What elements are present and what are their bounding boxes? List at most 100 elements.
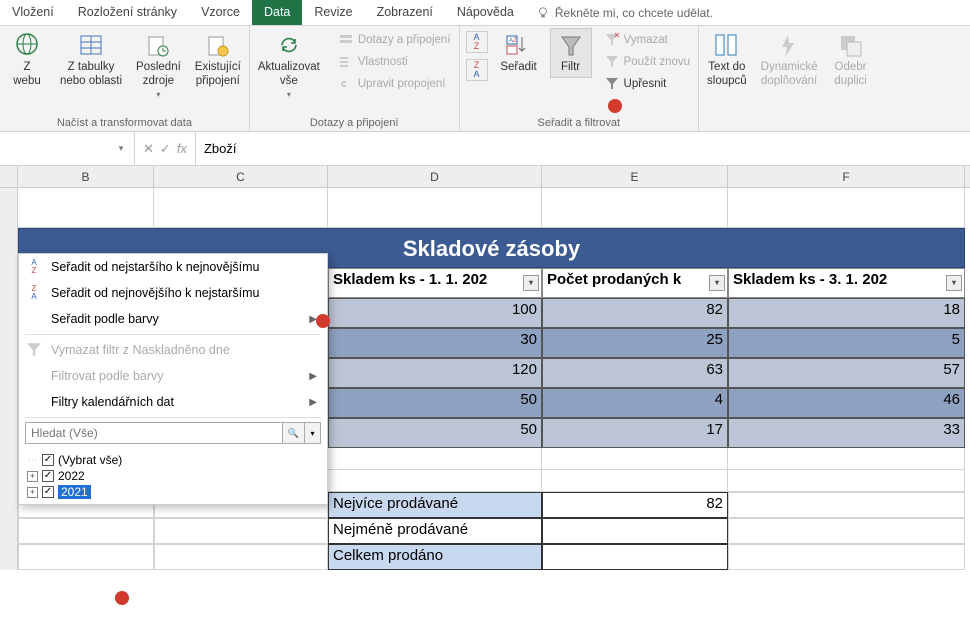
search-button[interactable]: 🔍 — [283, 422, 305, 444]
cell[interactable] — [154, 518, 328, 544]
cell[interactable]: Celkem prodáno — [328, 544, 542, 570]
cell[interactable] — [154, 188, 328, 228]
cancel-icon[interactable]: ✕ — [143, 141, 154, 157]
existing-conn-button[interactable]: Existující připojení — [193, 28, 243, 89]
cell[interactable] — [728, 448, 965, 470]
tree-select-all[interactable]: ⋯ ✓ (Vybrat vše) — [27, 452, 319, 468]
fx-icon[interactable]: fx — [177, 141, 187, 156]
filter-by-color-item[interactable]: Filtrovat podle barvy ▶ — [19, 363, 327, 389]
chevron-down-icon[interactable]: ▾ — [305, 422, 321, 444]
cell[interactable] — [542, 518, 728, 544]
filter-dropdown-icon[interactable]: ▾ — [946, 275, 962, 291]
filter-dropdown-icon[interactable]: ▾ — [523, 275, 539, 291]
properties-button[interactable]: Vlastnosti — [336, 53, 453, 71]
cell[interactable]: 18 — [728, 298, 965, 328]
formula-input[interactable]: Zboží — [196, 132, 970, 165]
cell[interactable] — [18, 518, 154, 544]
from-web-button[interactable]: Z webu — [6, 28, 48, 89]
from-table-button[interactable]: Z tabulky nebo oblasti — [58, 28, 124, 89]
col-E[interactable]: E — [542, 166, 728, 187]
cell[interactable]: 50 — [328, 418, 542, 448]
cell[interactable]: 82 — [542, 492, 728, 518]
sort-asc-icon[interactable]: AZ — [466, 31, 488, 53]
expand-icon[interactable]: + — [27, 487, 38, 498]
reapply-button[interactable]: Použít znovu — [602, 53, 692, 71]
cell[interactable] — [728, 492, 965, 518]
tab-insert[interactable]: Vložení — [0, 0, 66, 25]
header-skladem3[interactable]: Skladem ks - 3. 1. 202▾ — [728, 268, 965, 298]
clear-filter-button[interactable]: Vymazat — [602, 31, 692, 49]
cell[interactable] — [728, 470, 965, 492]
col-F[interactable]: F — [728, 166, 965, 187]
checkbox-icon[interactable]: ✓ — [42, 470, 54, 482]
cell[interactable] — [328, 188, 542, 228]
cell[interactable] — [328, 448, 542, 470]
advanced-filter-button[interactable]: Upřesnit — [602, 75, 692, 93]
tab-review[interactable]: Revize — [302, 0, 364, 25]
cell[interactable]: Nejméně prodávané — [328, 518, 542, 544]
cell[interactable]: 17 — [542, 418, 728, 448]
checkbox-icon[interactable]: ✓ — [42, 454, 54, 466]
cell[interactable] — [728, 188, 965, 228]
cell[interactable]: 57 — [728, 358, 965, 388]
cell[interactable] — [154, 544, 328, 570]
sort-desc-icon[interactable]: ZA — [466, 59, 488, 81]
tell-me[interactable]: Řekněte mi, co chcete udělat. — [526, 0, 723, 25]
cell[interactable]: 82 — [542, 298, 728, 328]
name-box[interactable]: ▾ — [0, 132, 135, 165]
cell[interactable] — [542, 544, 728, 570]
tab-layout[interactable]: Rozložení stránky — [66, 0, 189, 25]
cell[interactable] — [18, 544, 154, 570]
cell[interactable]: Nejvíce prodávané — [328, 492, 542, 518]
cell[interactable] — [328, 470, 542, 492]
remove-duplicates-button[interactable]: Odebr duplici — [830, 28, 872, 89]
filter-search-input[interactable] — [25, 422, 283, 444]
cell[interactable]: 33 — [728, 418, 965, 448]
tab-view[interactable]: Zobrazení — [365, 0, 445, 25]
tree-year-2021[interactable]: + ✓ 2021 — [27, 484, 319, 500]
text-to-columns-button[interactable]: Text do sloupců — [705, 28, 749, 89]
tree-year-2022[interactable]: + ✓ 2022 — [27, 468, 319, 484]
edit-links-button[interactable]: Upravit propojení — [336, 75, 453, 93]
sort-newest-item[interactable]: ZA Seřadit od nejnovějšího k nejstaršímu — [19, 280, 327, 306]
chevron-down-icon[interactable]: ▾ — [112, 143, 130, 154]
cell[interactable]: 100 — [328, 298, 542, 328]
cell[interactable] — [18, 188, 154, 228]
col-D[interactable]: D — [328, 166, 542, 187]
cell[interactable]: 25 — [542, 328, 728, 358]
tab-data[interactable]: Data — [252, 0, 302, 25]
sort-by-color-item[interactable]: Seřadit podle barvy ▶ — [19, 306, 327, 332]
cell[interactable] — [542, 188, 728, 228]
cell[interactable] — [728, 518, 965, 544]
cell[interactable]: 46 — [728, 388, 965, 418]
cell[interactable]: 120 — [328, 358, 542, 388]
checkbox-icon[interactable]: ✓ — [42, 486, 54, 498]
sort-button[interactable]: AZ Seřadit — [498, 28, 540, 75]
cell[interactable]: 5 — [728, 328, 965, 358]
flash-fill-button[interactable]: Dynamické doplňování — [759, 28, 820, 89]
confirm-icon[interactable]: ✓ — [160, 141, 171, 157]
refresh-all-button[interactable]: Aktualizovat vše ▾ — [256, 28, 326, 99]
filter-dropdown-icon[interactable]: ▾ — [709, 275, 725, 291]
cell[interactable] — [542, 448, 728, 470]
clear-filter-item[interactable]: Vymazat filtr z Naskladněno dne — [19, 337, 327, 363]
col-C[interactable]: C — [154, 166, 328, 187]
date-filters-item[interactable]: Filtry kalendářních dat ▶ — [19, 389, 327, 415]
queries-button[interactable]: Dotazy a připojení — [336, 31, 453, 49]
recent-sources-button[interactable]: Poslední zdroje ▾ — [134, 28, 183, 99]
col-B[interactable]: B — [18, 166, 154, 187]
sort-oldest-item[interactable]: AZ Seřadit od nejstaršího k nejnovějšímu — [19, 254, 327, 280]
tab-formulas[interactable]: Vzorce — [189, 0, 252, 25]
tab-help[interactable]: Nápověda — [445, 0, 526, 25]
select-all-triangle[interactable] — [0, 166, 18, 187]
filter-button[interactable]: Filtr — [550, 28, 592, 78]
cell[interactable]: 63 — [542, 358, 728, 388]
cell[interactable]: 4 — [542, 388, 728, 418]
cell[interactable]: 50 — [328, 388, 542, 418]
expand-icon[interactable]: + — [27, 471, 38, 482]
cell[interactable] — [542, 470, 728, 492]
header-pocet[interactable]: Počet prodaných k▾ — [542, 268, 728, 298]
cell[interactable]: 30 — [328, 328, 542, 358]
header-skladem1[interactable]: Skladem ks - 1. 1. 202▾ — [328, 268, 542, 298]
cell[interactable] — [728, 544, 965, 570]
